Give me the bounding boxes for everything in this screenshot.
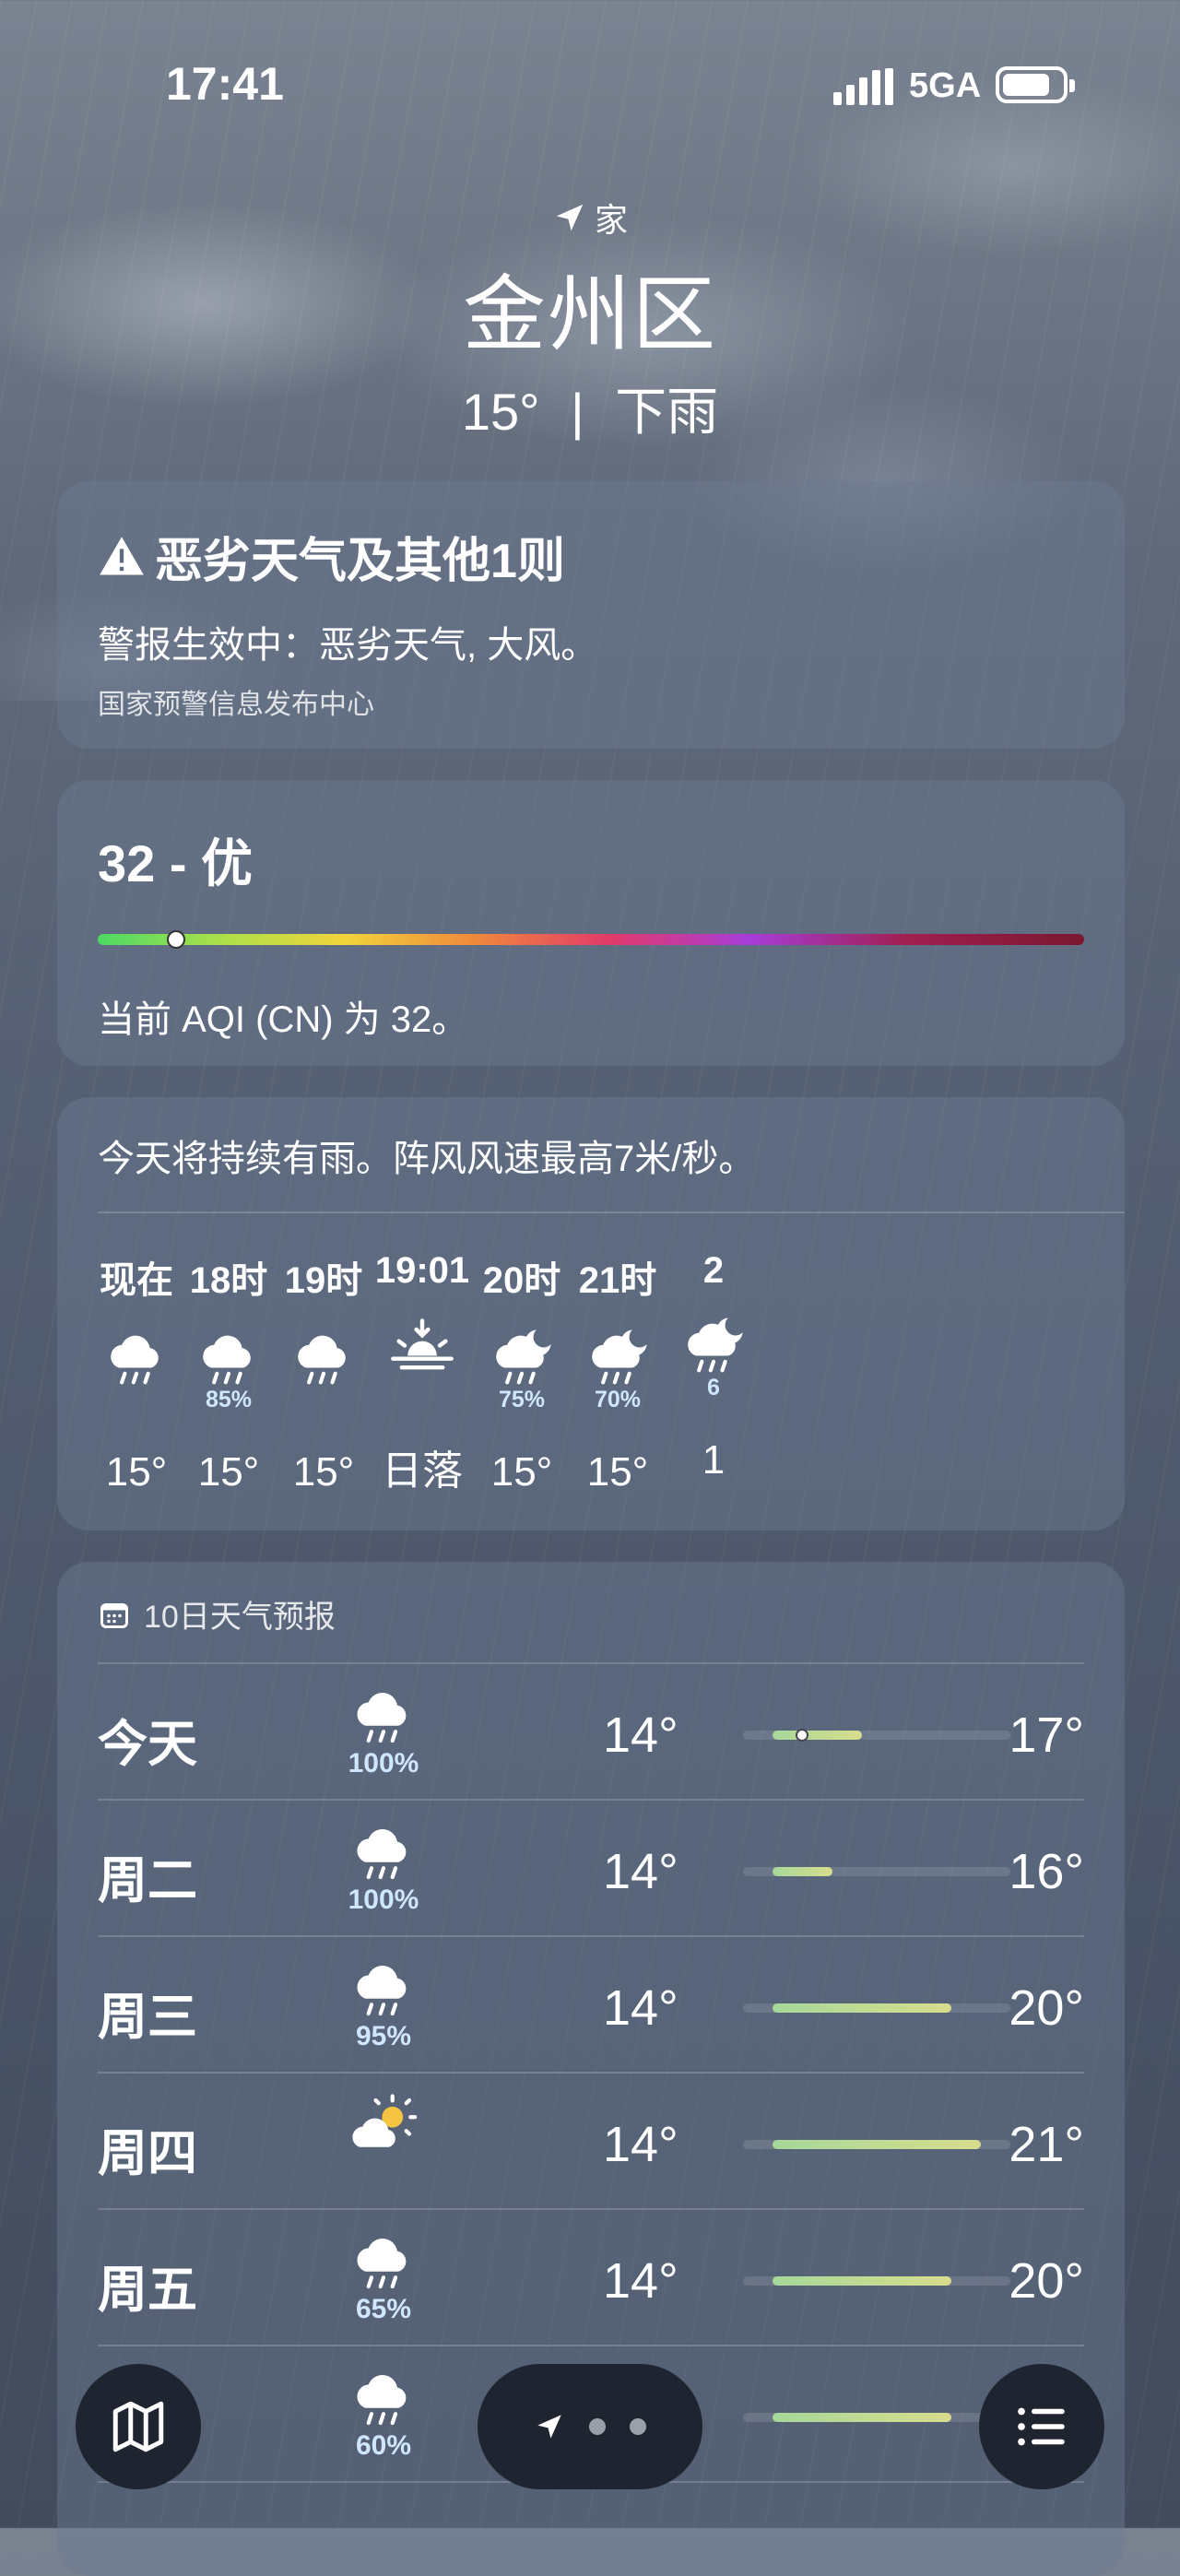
- rain-cloud-icon: [289, 1335, 359, 1398]
- location-pager[interactable]: [478, 2364, 702, 2489]
- high-temp: 17°: [1009, 1707, 1084, 1763]
- daily-row[interactable]: 周三 95% 14° 20°: [98, 1937, 1084, 2074]
- day-name: 周四: [98, 2126, 197, 2181]
- air-quality-card[interactable]: 32 - 优 当前 AQI (CN) 为 32。: [57, 780, 1125, 1066]
- warning-icon: [100, 536, 144, 574]
- location-arrow-icon: [537, 2415, 561, 2439]
- alert-source: 国家预警信息发布中心: [98, 690, 374, 720]
- day-name: 周二: [98, 1853, 197, 1908]
- current-temp: 15°: [461, 383, 540, 441]
- aqi-value: 32 - 优: [98, 834, 254, 892]
- low-temp: 14°: [603, 1707, 678, 1763]
- network-type: 5GA: [909, 66, 982, 105]
- temp-range-track: [743, 1867, 1010, 1876]
- temp-range-track: [743, 2003, 1010, 2013]
- location-header: 家 金州区 15° | 下雨: [0, 194, 1180, 445]
- map-button[interactable]: [76, 2364, 201, 2489]
- high-temp: 20°: [1009, 1980, 1084, 2036]
- hourly-scroll[interactable]: 现在 15° 18时 85% 15° 19时 15° 19:01 日落 20时 75% 15° 21时 7…: [98, 1213, 1125, 1518]
- high-temp: 16°: [1009, 1844, 1084, 1899]
- ten-day-title: 10日天气预报: [144, 1600, 336, 1635]
- daily-row[interactable]: 今天 100% 14° 17°: [98, 1664, 1084, 1801]
- current-condition: 下雨: [615, 383, 719, 441]
- precip-chance: 65%: [355, 2294, 412, 2324]
- hourly-forecast-card[interactable]: 今天将持续有雨。阵风风速最高7米/秒。 现在 15° 18时 85% 15° 19时 15°…: [57, 1097, 1125, 1530]
- ten-day-header: 10日天气预报: [98, 1562, 1084, 1664]
- temp-range-bar: [773, 1867, 832, 1876]
- day-icon-wrap: 95%: [328, 1954, 439, 2052]
- aqi-indicator: [166, 930, 185, 949]
- list-icon: [1018, 2407, 1065, 2446]
- status-bar: 17:41 5GA: [0, 0, 1180, 138]
- page-dot[interactable]: [630, 2418, 646, 2435]
- city-name: 金州区: [463, 269, 717, 361]
- precip-chance: 6: [707, 1375, 720, 1400]
- temp-range-bar: [773, 2140, 981, 2149]
- temp-range-bar: [773, 2003, 951, 2013]
- precip-chance: 100%: [348, 1885, 419, 1915]
- precip-chance: 95%: [355, 2021, 412, 2051]
- low-temp: 14°: [603, 2253, 678, 2309]
- day-name: 周三: [98, 1990, 197, 2045]
- aqi-scale-bar: [98, 930, 1084, 949]
- hour-icon-wrap: 6: [644, 1312, 783, 1413]
- alert-title-row: 恶劣天气及其他1则: [98, 522, 1084, 591]
- day-icon-wrap: 65%: [328, 2227, 439, 2325]
- temp-range-bar: [773, 2276, 951, 2286]
- separator: |: [571, 383, 584, 441]
- day-name: 周五: [98, 2263, 197, 2318]
- hourly-summary: 今天将持续有雨。阵风风速最高7米/秒。: [98, 1128, 1125, 1213]
- page-dot[interactable]: [589, 2418, 606, 2435]
- day-icon-wrap: [328, 2090, 439, 2157]
- day-name: 今天: [98, 1717, 197, 1772]
- battery-icon: [996, 66, 1075, 103]
- location-arrow-icon: [556, 204, 584, 231]
- hourly-item: 2 6 1: [644, 1213, 783, 1483]
- high-temp: 21°: [1009, 2117, 1084, 2172]
- current-location: 家: [0, 194, 1180, 242]
- daily-row[interactable]: 周四 14° 21°: [98, 2074, 1084, 2210]
- daily-row[interactable]: 周二 100% 14° 16°: [98, 1801, 1084, 1937]
- precip-chance: 100%: [348, 1748, 419, 1778]
- sunset-icon: [387, 1318, 457, 1386]
- current-conditions: 15° | 下雨: [0, 371, 1180, 445]
- high-temp: 20°: [1009, 2253, 1084, 2309]
- day-icon-wrap: 100%: [328, 1681, 439, 1779]
- alert-body: 警报生效中：恶劣天气, 大风。: [98, 625, 598, 666]
- aqi-description: 当前 AQI (CN) 为 32。: [98, 999, 469, 1040]
- temp-range-track: [743, 2276, 1010, 2286]
- list-button[interactable]: [979, 2364, 1104, 2489]
- temp-range-track: [743, 1729, 1010, 1742]
- temp-range-bar: [773, 1731, 862, 1740]
- hour-label: 2: [702, 1250, 725, 1291]
- alert-title: 恶劣天气及其他1则: [155, 535, 565, 588]
- low-temp: 14°: [603, 1980, 678, 2036]
- hour-temp: 1: [702, 1437, 726, 1483]
- low-temp: 14°: [603, 2117, 678, 2172]
- day-icon-wrap: 100%: [328, 1817, 439, 1916]
- status-time: 17:41: [166, 58, 284, 110]
- severe-weather-card[interactable]: 恶劣天气及其他1则 警报生效中：恶劣天气, 大风。 国家预警信息发布中心: [57, 481, 1125, 749]
- partly-sunny-icon: [348, 2094, 419, 2166]
- bottom-toolbar: [0, 2323, 1180, 2528]
- calendar-icon: [100, 1602, 128, 1628]
- low-temp: 14°: [603, 1844, 678, 1899]
- temp-range-track: [743, 2140, 1010, 2149]
- signal-icon: [833, 68, 893, 105]
- map-icon: [112, 2401, 164, 2452]
- location-label: 家: [594, 201, 628, 239]
